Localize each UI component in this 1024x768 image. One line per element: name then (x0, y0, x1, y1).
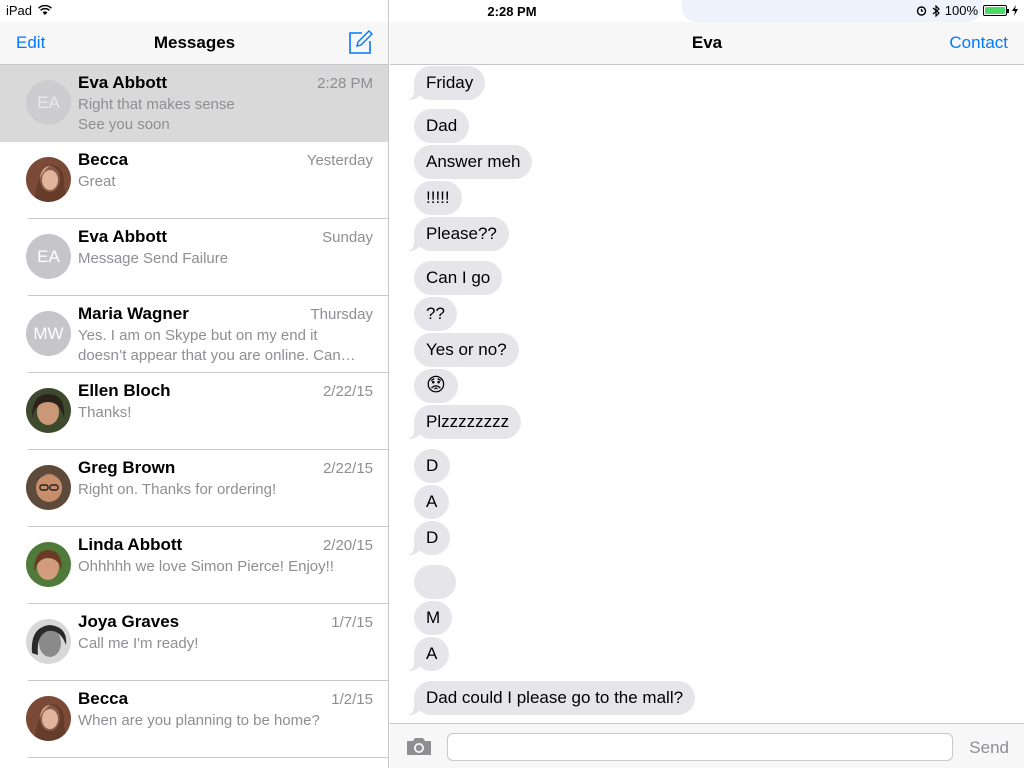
contact-name: Greg Brown (78, 458, 176, 477)
message-bubble[interactable]: Dad could I please go to the mall? (403, 681, 696, 715)
message-time: 2/22/15 (322, 460, 373, 477)
avatar (26, 465, 71, 510)
contact-name: Ellen Bloch (78, 381, 171, 400)
contact-name: Joya Graves (78, 612, 180, 631)
avatar (26, 696, 71, 741)
message-preview: Ohhhhh we love Simon Pierce! Enjoy!! (78, 558, 334, 575)
conversation-pane: Eva Contact Friday Dad Answer meh !!!!! … (390, 0, 1024, 768)
message-preview: Yes. I am on Skype but on my end it does… (78, 327, 356, 364)
compose-icon[interactable] (347, 29, 373, 55)
status-bar: iPad 2:28 PM 100% (0, 0, 1024, 22)
send-button[interactable]: Send (969, 738, 1009, 758)
contact-name: Maria Wagner (78, 304, 189, 323)
message-time: 2/22/15 (322, 383, 373, 400)
battery-icon (983, 5, 1009, 16)
message-input[interactable] (447, 733, 953, 761)
contact-button[interactable]: Contact (949, 33, 1008, 53)
message-time: Thursday (310, 306, 373, 323)
messages-title: Messages (153, 33, 236, 52)
battery-percent: 100% (944, 3, 978, 18)
conversation-item[interactable]: Joya Graves 1/7/15 Call me I'm ready! (0, 604, 388, 681)
avatar (26, 619, 71, 664)
avatar: EA (26, 234, 71, 279)
avatar: EA (26, 80, 71, 125)
avatar (26, 542, 71, 587)
message-time: Sunday (322, 229, 373, 246)
message-composer: Send (390, 723, 1024, 768)
message-bubble[interactable]: D (403, 521, 451, 555)
message-preview: Great (78, 173, 116, 190)
charging-icon (1012, 5, 1018, 16)
status-time: 2:28 PM (487, 4, 537, 19)
message-time: 1/2/15 (331, 691, 373, 708)
message-bubble[interactable]: Dad (414, 109, 470, 143)
message-bubble[interactable]: ?? (414, 297, 457, 331)
message-preview: Right that makes sense See you soon (78, 96, 235, 133)
message-preview: When are you planning to be home? (78, 712, 320, 729)
conversation-list: EA Eva Abbott 2:28 PM Right that makes s… (0, 65, 388, 758)
message-bubble[interactable]: Can I go (414, 261, 503, 295)
message-preview: Thanks! (78, 404, 132, 421)
conversation-title: Eva (691, 33, 723, 52)
conversation-item[interactable]: EA Eva Abbott 2:28 PM Right that makes s… (0, 65, 388, 142)
conversation-item[interactable]: Linda Abbott 2/20/15 Ohhhhh we love Simo… (0, 527, 388, 604)
message-bubble[interactable]: A (403, 637, 450, 671)
conversation-item[interactable]: Greg Brown 2/22/15 Right on. Thanks for … (0, 450, 388, 527)
message-bubble[interactable]: A (414, 485, 450, 519)
message-thread[interactable]: Friday Dad Answer meh !!!!! Please?? Can… (390, 65, 1024, 723)
conversation-item[interactable]: MW Maria Wagner Thursday Yes. I am on Sk… (0, 296, 388, 373)
message-bubble[interactable]: Plzzzzzzzz (403, 405, 522, 439)
message-time: Yesterday (306, 152, 373, 169)
alarm-icon (916, 6, 926, 16)
message-time: 2/20/15 (322, 537, 373, 554)
conversation-header: Eva Contact (390, 22, 1024, 65)
message-preview: Right on. Thanks for ordering! (78, 481, 277, 498)
messages-header: Edit Messages (0, 22, 388, 65)
row-divider (28, 757, 388, 758)
conversation-item[interactable]: Becca 1/2/15 When are you planning to be… (0, 681, 388, 758)
contact-name: Becca (78, 150, 129, 169)
conversation-item[interactable]: EA Eva Abbott Sunday Message Send Failur… (0, 219, 388, 296)
contact-name: Eva Abbott (78, 73, 168, 92)
message-bubble[interactable]: Answer meh (414, 145, 533, 179)
contact-name: Becca (78, 689, 129, 708)
message-bubble[interactable]: Friday (403, 66, 486, 100)
message-bubble[interactable]: Please?? (404, 217, 509, 251)
contact-name: Linda Abbott (78, 535, 183, 554)
message-bubble[interactable] (414, 565, 456, 599)
message-time: 1/7/15 (331, 614, 373, 631)
message-bubble[interactable]: !!!!! (414, 181, 462, 215)
avatar (26, 157, 71, 202)
camera-icon[interactable] (406, 737, 432, 756)
message-bubble[interactable]: Yes or no? (414, 333, 519, 367)
contact-name: Eva Abbott (78, 227, 168, 246)
conversation-item[interactable]: Becca Yesterday Great (0, 142, 388, 219)
message-preview: Call me I'm ready! (78, 635, 199, 652)
avatar: MW (26, 311, 71, 356)
avatar (26, 388, 71, 433)
message-preview: Message Send Failure (78, 250, 229, 267)
conversation-list-pane: Edit Messages EA Eva Abbott 2:28 PM Righ… (0, 0, 389, 768)
bluetooth-icon (932, 4, 940, 17)
conversation-item[interactable]: Ellen Bloch 2/22/15 Thanks! (0, 373, 388, 450)
message-bubble[interactable]: M (414, 601, 453, 635)
message-bubble[interactable]: D (414, 449, 451, 483)
message-bubble[interactable]: 😟 (414, 369, 458, 403)
message-time: 2:28 PM (317, 75, 373, 92)
